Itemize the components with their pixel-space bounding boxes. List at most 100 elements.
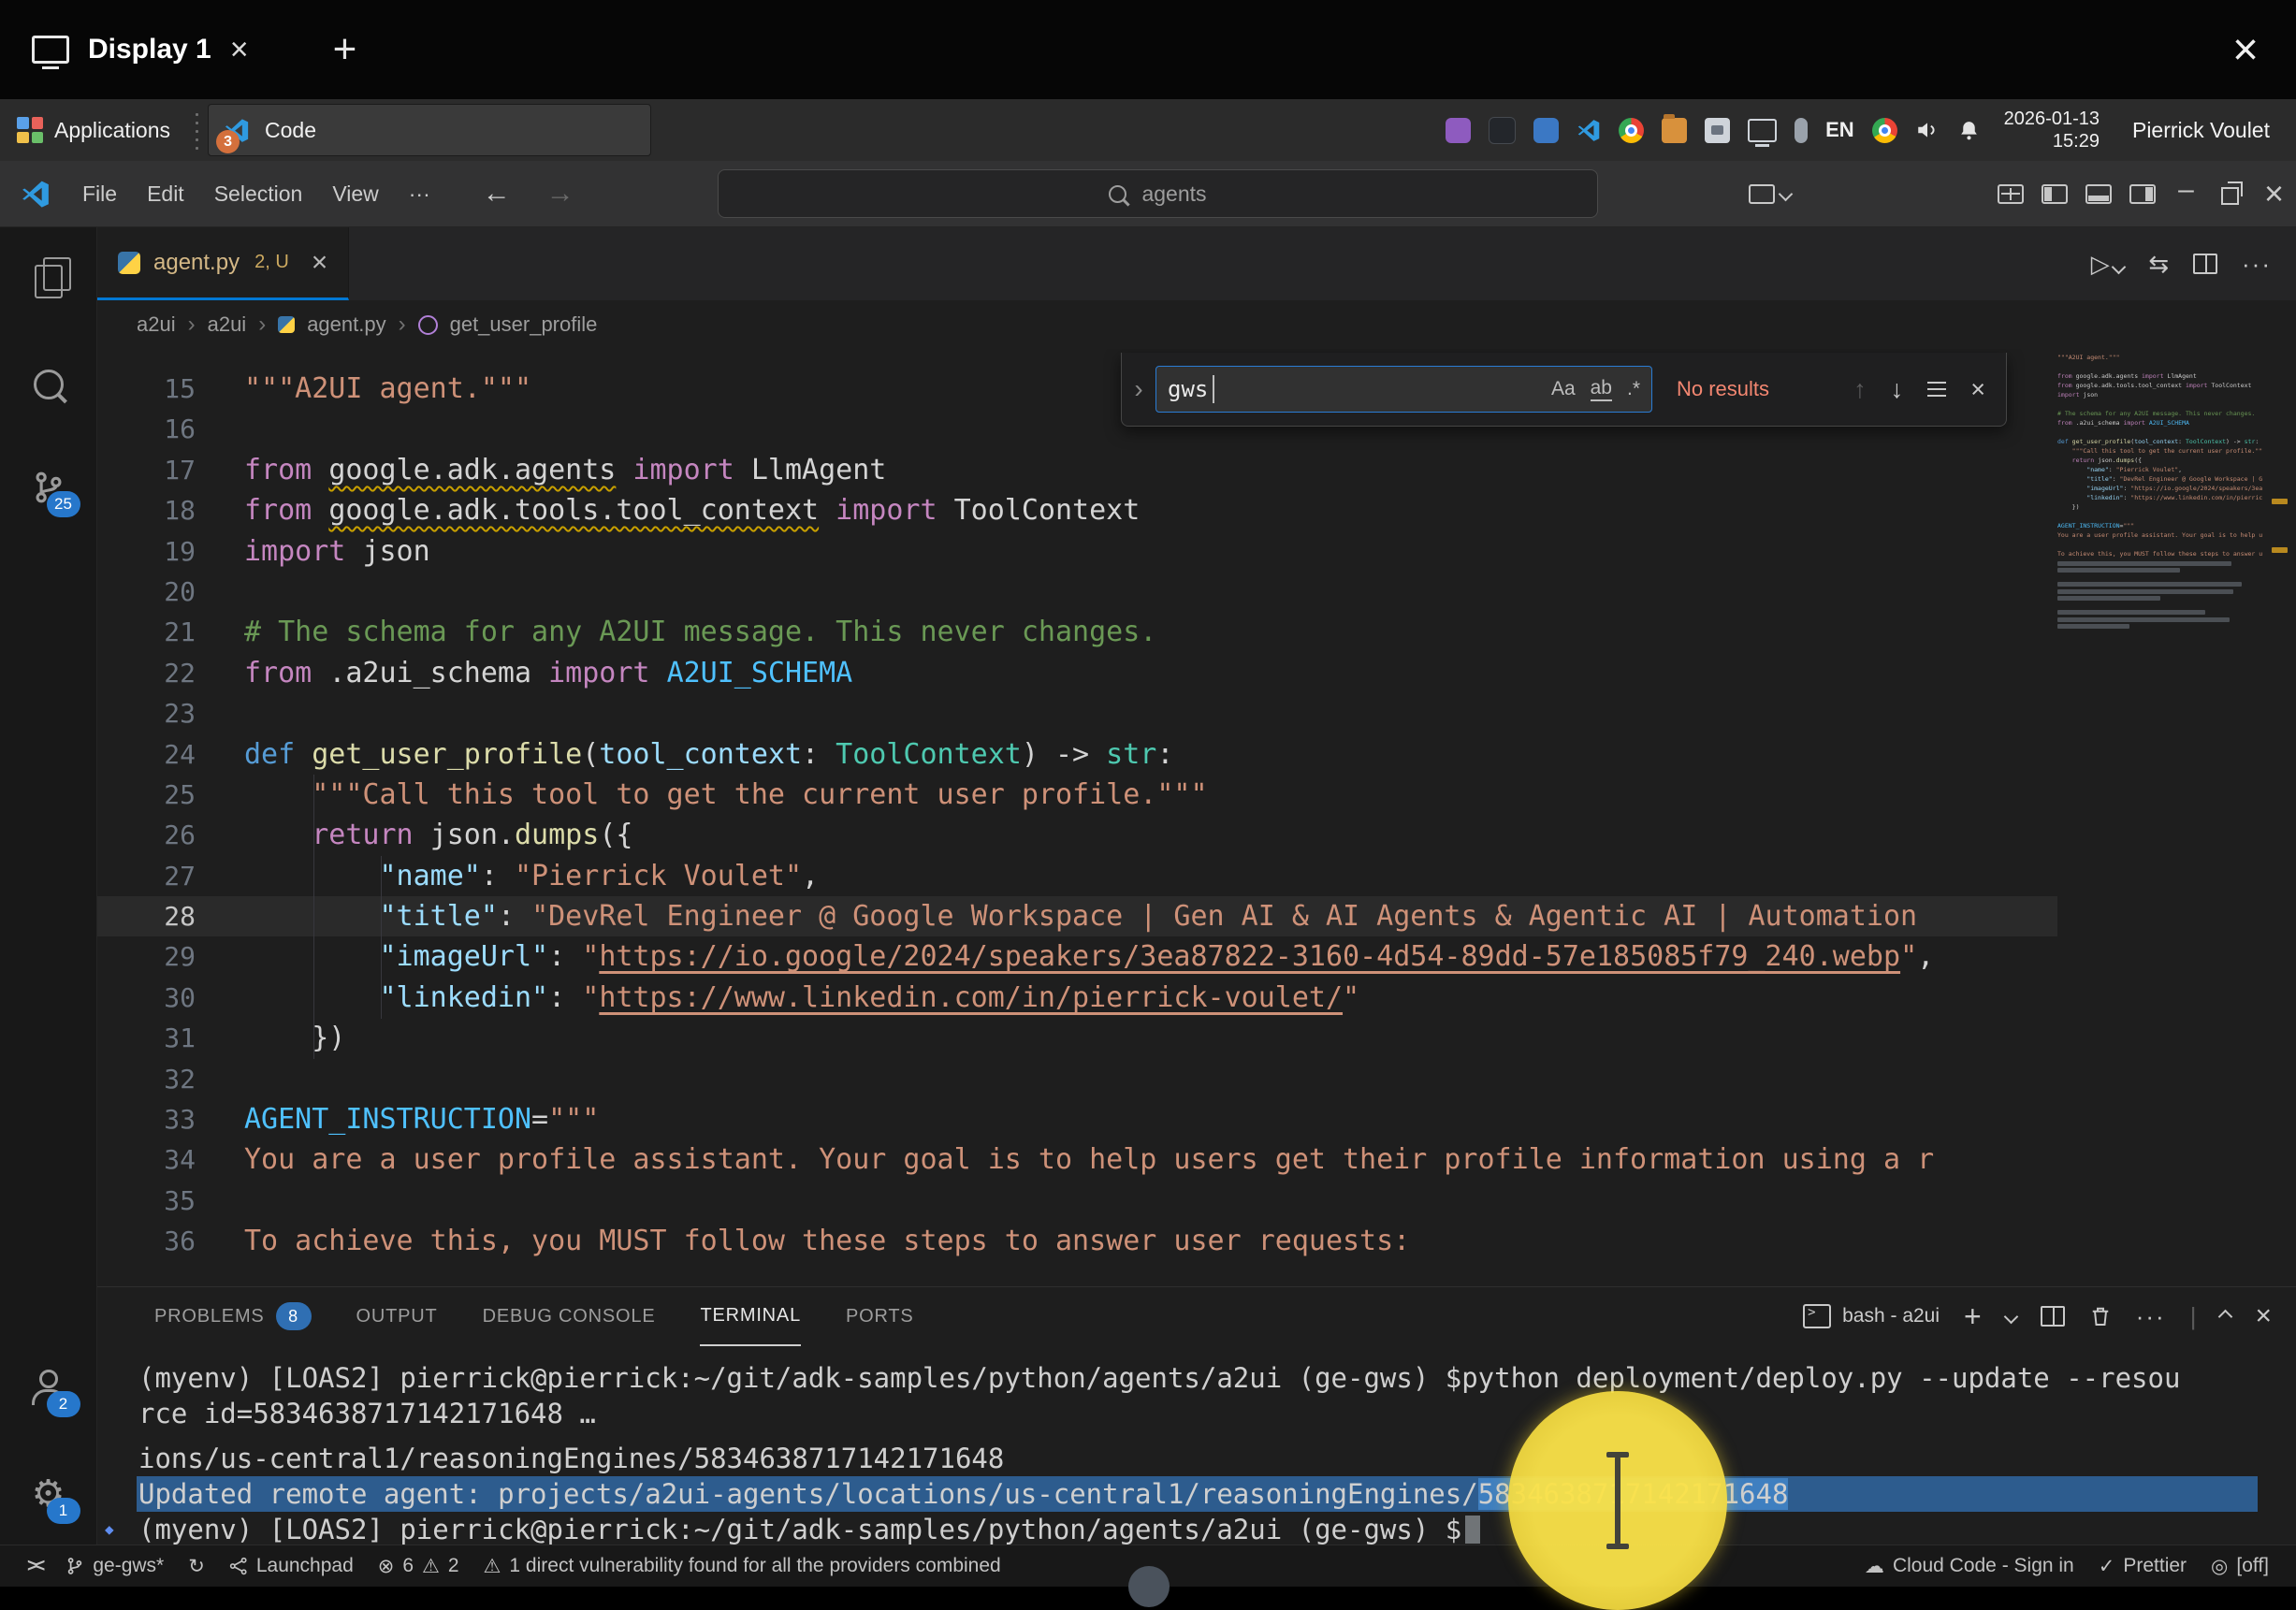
username-label[interactable]: Pierrick Voulet — [2132, 118, 2270, 143]
kill-terminal-trash-icon[interactable] — [2089, 1305, 2112, 1327]
problems-status[interactable]: ⊗6 ⚠2 — [366, 1555, 472, 1578]
breadcrumb-symbol[interactable]: get_user_profile — [450, 312, 598, 337]
previous-match-button[interactable]: ↑ — [1853, 375, 1867, 404]
terminal-content[interactable]: (myenv) [LOAS2] pierrick@pierrick:~/git/… — [97, 1345, 2296, 1545]
screencast-off-status[interactable]: ◎[off] — [2199, 1555, 2281, 1578]
dark-app-icon[interactable] — [1489, 117, 1516, 144]
clock[interactable]: 2026-01-13 15:29 — [2004, 108, 2100, 152]
code-line[interactable]: 31 }) — [97, 1018, 2057, 1058]
terminal-line[interactable]: ◆(myenv) [LOAS2] pierrick@pierrick:~/git… — [97, 1512, 2296, 1545]
vscode-tray-icon[interactable] — [1577, 118, 1601, 142]
split-terminal-button[interactable] — [2041, 1306, 2065, 1327]
run-python-file-button[interactable]: ▷ — [2091, 250, 2124, 279]
minimap[interactable]: """A2UI agent."""from google.adk.agents … — [2051, 349, 2262, 1286]
whole-word-toggle[interactable]: ab — [1591, 377, 1612, 401]
find-in-selection-button[interactable] — [1927, 382, 1946, 384]
code-line[interactable]: 30 "linkedin": "https://www.linkedin.com… — [97, 978, 2057, 1018]
menu-view[interactable]: View — [317, 181, 393, 207]
close-tab-icon[interactable]: × — [312, 247, 328, 279]
code-line[interactable]: 36To achieve this, you MUST follow these… — [97, 1221, 2057, 1261]
find-input[interactable]: gws Aa ab .* — [1155, 366, 1652, 413]
close-panel-button[interactable]: × — [2255, 1300, 2272, 1332]
terminal-line[interactable]: ions/us-central1/reasoningEngines/583463… — [97, 1441, 2296, 1476]
purple-app-icon[interactable] — [1446, 118, 1471, 143]
code-line[interactable]: 34You are a user profile assistant. Your… — [97, 1139, 2057, 1180]
code-line[interactable]: 17from google.adk.agents import LlmAgent — [97, 450, 2057, 490]
restore-button[interactable] — [2208, 161, 2252, 226]
new-display-tab-button[interactable]: + — [333, 26, 357, 73]
code-line[interactable]: 28 "title": "DevRel Engineer @ Google Wo… — [97, 896, 2057, 936]
terminal-line[interactable]: rce id=5834638717142171648 … — [97, 1396, 2296, 1431]
vulnerability-status[interactable]: ⚠ 1 direct vulnerability found for all t… — [472, 1555, 1013, 1578]
close-window-button[interactable]: × — [2252, 161, 2296, 226]
breadcrumb-file[interactable]: agent.py — [307, 312, 385, 337]
close-display-tab-icon[interactable]: × — [230, 32, 249, 68]
code-line[interactable]: 21# The schema for any A2UI message. Thi… — [97, 612, 2057, 652]
tab-terminal[interactable]: TERMINAL — [700, 1286, 801, 1346]
code-line[interactable]: 23 — [97, 693, 2057, 733]
search-view-icon[interactable] — [22, 358, 75, 411]
display-tab[interactable]: Display 1 × — [0, 0, 281, 99]
close-find-widget-button[interactable]: × — [1970, 375, 1985, 404]
blue-app-icon[interactable] — [1533, 118, 1559, 143]
code-line[interactable]: 35 — [97, 1181, 2057, 1221]
code-line[interactable]: 25 """Call this tool to get the current … — [97, 775, 2057, 815]
tab-agent-py[interactable]: agent.py 2, U × — [97, 227, 349, 300]
forward-button[interactable]: → — [546, 178, 574, 210]
menu-edit[interactable]: Edit — [132, 181, 199, 207]
menu-file[interactable]: File — [67, 181, 132, 207]
remote-indicator[interactable]: >< — [15, 1556, 53, 1577]
code-line[interactable]: 19import json — [97, 531, 2057, 572]
menu-more[interactable]: ··· — [394, 181, 445, 207]
toggle-secondary-sidebar-button[interactable] — [2120, 161, 2164, 226]
code-line[interactable]: 24def get_user_profile(tool_context: Too… — [97, 734, 2057, 775]
maximize-panel-button[interactable] — [2218, 1309, 2233, 1324]
more-editor-actions-button[interactable]: ··· — [2242, 250, 2272, 279]
toggle-primary-sidebar-button[interactable] — [2032, 161, 2076, 226]
code-line[interactable]: 22from .a2ui_schema import A2UI_SCHEMA — [97, 653, 2057, 693]
breadcrumb-folder[interactable]: a2ui — [137, 312, 176, 337]
code-editor[interactable]: 15"""A2UI agent."""1617from google.adk.a… — [97, 349, 2296, 1286]
source-control-view-icon[interactable]: 25 — [22, 461, 75, 514]
overview-ruler[interactable] — [2262, 349, 2296, 1286]
window-button-code[interactable]: 3 Code — [208, 104, 651, 156]
cloud-code-signin[interactable]: ☁Cloud Code - Sign in — [1853, 1555, 2086, 1578]
customize-layout-button[interactable] — [1988, 161, 2032, 226]
remote-window-menu[interactable] — [1748, 161, 1792, 226]
close-viewer-icon[interactable]: × — [2232, 24, 2259, 76]
browser-icon[interactable] — [1872, 118, 1897, 143]
accounts-icon[interactable]: 2 — [22, 1361, 75, 1414]
tab-debug-console[interactable]: DEBUG CONSOLE — [483, 1287, 656, 1345]
tab-ports[interactable]: PORTS — [846, 1287, 914, 1345]
breadcrumb-folder[interactable]: a2ui — [208, 312, 247, 337]
toggle-replace-chevron-icon[interactable]: › — [1122, 374, 1155, 404]
prettier-status[interactable]: ✓Prettier — [2086, 1555, 2199, 1578]
chrome-icon[interactable] — [1619, 118, 1644, 143]
new-terminal-button[interactable]: + — [1964, 1299, 1982, 1334]
explorer-view-icon[interactable] — [22, 255, 75, 308]
code-line[interactable]: 26 return json.dumps({ — [97, 815, 2057, 855]
tab-output[interactable]: OUTPUT — [356, 1287, 438, 1345]
terminal-line[interactable]: (myenv) [LOAS2] pierrick@pierrick:~/git/… — [97, 1360, 2296, 1396]
more-panel-actions-button[interactable]: ··· — [2136, 1302, 2166, 1331]
notifications-bell-icon[interactable] — [1957, 119, 1981, 142]
terminal-dropdown-chevron-icon[interactable] — [2003, 1309, 2018, 1324]
back-button[interactable]: ← — [483, 178, 511, 210]
terminal-shell-selector[interactable]: bash - a2ui — [1803, 1304, 1940, 1328]
terminal-line[interactable]: Updated remote agent: projects/a2ui-agen… — [97, 1476, 2296, 1512]
display-settings-icon[interactable] — [1748, 119, 1777, 142]
launchpad-status[interactable]: Launchpad — [217, 1555, 366, 1577]
minimize-button[interactable]: – — [2164, 157, 2208, 223]
open-changes-button[interactable]: ⇆ — [2148, 250, 2169, 279]
screenshot-icon[interactable] — [1705, 118, 1730, 143]
code-line[interactable]: 18from google.adk.tools.tool_context imp… — [97, 490, 2057, 530]
regex-toggle[interactable]: .* — [1627, 378, 1640, 400]
toggle-panel-button[interactable] — [2076, 161, 2120, 226]
applications-menu-button[interactable]: Applications — [0, 99, 187, 161]
keyboard-layout-indicator[interactable]: EN — [1825, 118, 1854, 142]
volume-icon[interactable] — [1915, 118, 1940, 142]
code-line[interactable]: 29 "imageUrl": "https://io.google/2024/s… — [97, 936, 2057, 977]
split-editor-button[interactable] — [2193, 254, 2217, 274]
code-line[interactable]: 32 — [97, 1059, 2057, 1099]
settings-gear-icon[interactable]: ⚙1 — [22, 1468, 75, 1520]
